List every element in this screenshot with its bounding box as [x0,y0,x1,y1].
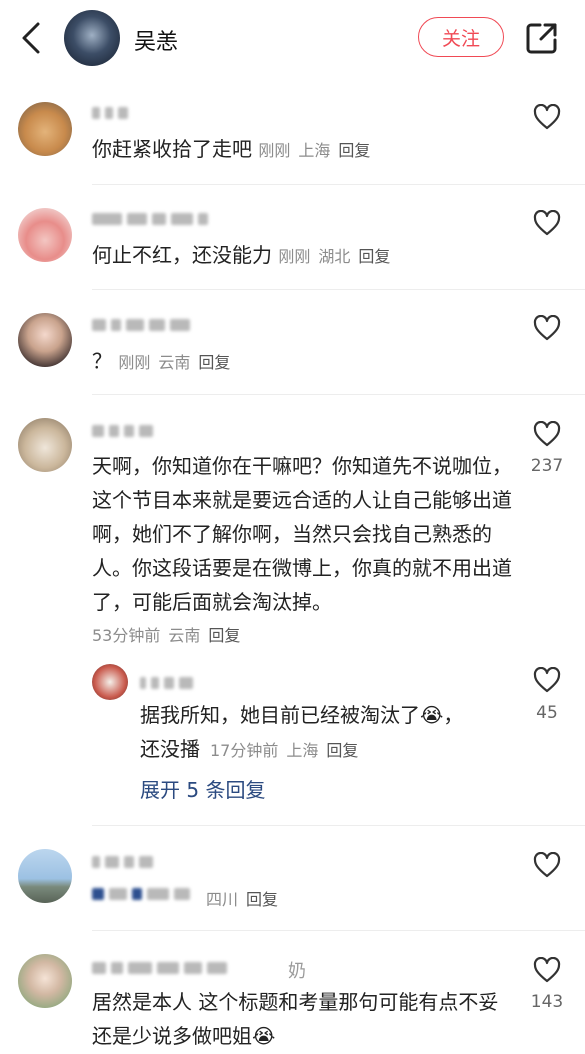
comment-text[interactable]: 天啊，你知道你在干嘛吧？你知道先不说咖位，这个节目本来就是要远合适的人让自己能够… [92,449,512,619]
username-blurred[interactable] [92,318,190,332]
comment-location: 湖北 [318,247,351,266]
follow-button[interactable]: 关注 [418,17,504,57]
avatar[interactable] [18,102,72,156]
text-blurred [92,887,190,901]
avatar[interactable] [18,418,72,472]
comment-text: 你赶紧收拾了走吧 [92,137,252,161]
avatar[interactable] [18,849,72,903]
profile-name[interactable]: 吴恙 [134,24,178,56]
divider [92,289,585,290]
reply-button[interactable]: 回复 [326,741,358,760]
comment-time: 刚刚 [278,247,311,266]
avatar[interactable] [92,664,128,700]
like-count: 237 [530,456,564,476]
profile-avatar[interactable] [64,10,120,66]
username-blurred[interactable] [92,106,128,120]
chevron-left-icon[interactable] [14,18,50,58]
reply-location: 上海 [286,741,319,760]
comment-text-row[interactable]: 你赶紧收拾了走吧 刚刚 上海 回复 [92,132,378,168]
comment-location: 四川 [206,890,239,909]
comment-location: 上海 [298,141,331,160]
username-blurred[interactable] [92,212,208,226]
share-icon[interactable] [524,20,560,56]
comment-meta: 四川 回复 [206,886,286,910]
username-blurred[interactable] [92,855,153,869]
reply-meta: 17分钟前 上海 回复 [210,737,366,761]
like-count: 143 [530,992,564,1012]
comment-time: 刚刚 [118,353,151,372]
reply-button[interactable]: 回复 [338,141,370,160]
divider [92,184,585,185]
comment-text-row[interactable]: 何止不红，还没能力 刚刚 湖北 回复 [92,238,398,274]
comment-text: 何止不红，还没能力 [92,243,272,267]
comment-time: 刚刚 [258,141,291,160]
divider [92,930,585,931]
divider [92,394,585,395]
reply-button[interactable]: 回复 [358,247,390,266]
comment-location: 云南 [168,626,201,645]
username-blurred[interactable] [92,424,153,438]
avatar[interactable] [18,208,72,262]
heart-icon[interactable] [533,852,561,878]
heart-icon[interactable] [533,421,561,447]
heart-icon[interactable] [533,957,561,983]
reply-button[interactable]: 回复 [246,890,278,909]
avatar[interactable] [18,954,72,1008]
reply-button[interactable]: 回复 [208,626,240,645]
username-suffix[interactable]: 奶 [288,957,306,983]
divider [92,825,585,826]
reply-time: 17分钟前 [210,741,279,760]
comment-time: 53分钟前 [92,626,161,645]
comment-text-row[interactable]: ？ 刚刚 云南 回复 [92,344,238,380]
top-bar: 吴恙 关注 [0,0,585,80]
comment-text-body: 居然是本人 这个标题和考量那句可能有点不妥 还是少说多做吧姐 [92,990,499,1048]
comment-location: 云南 [158,353,191,372]
avatar[interactable] [18,313,72,367]
crying-emoji: 😭 [252,1024,276,1048]
heart-icon[interactable] [533,210,561,236]
heart-icon[interactable] [533,104,561,130]
comment-meta: 53分钟前 云南 回复 [92,622,248,646]
expand-replies-button[interactable]: 展开 5 条回复 [140,774,265,803]
heart-icon[interactable] [533,315,561,341]
username-blurred[interactable] [92,961,227,975]
username-blurred[interactable] [140,676,193,690]
comment-text: ？ [92,349,112,373]
like-count: 45 [536,703,558,723]
heart-icon[interactable] [533,667,561,693]
comment-text[interactable]: 居然是本人 这个标题和考量那句可能有点不妥 还是少说多做吧姐😭 [92,985,512,1053]
reply-button[interactable]: 回复 [198,353,230,372]
